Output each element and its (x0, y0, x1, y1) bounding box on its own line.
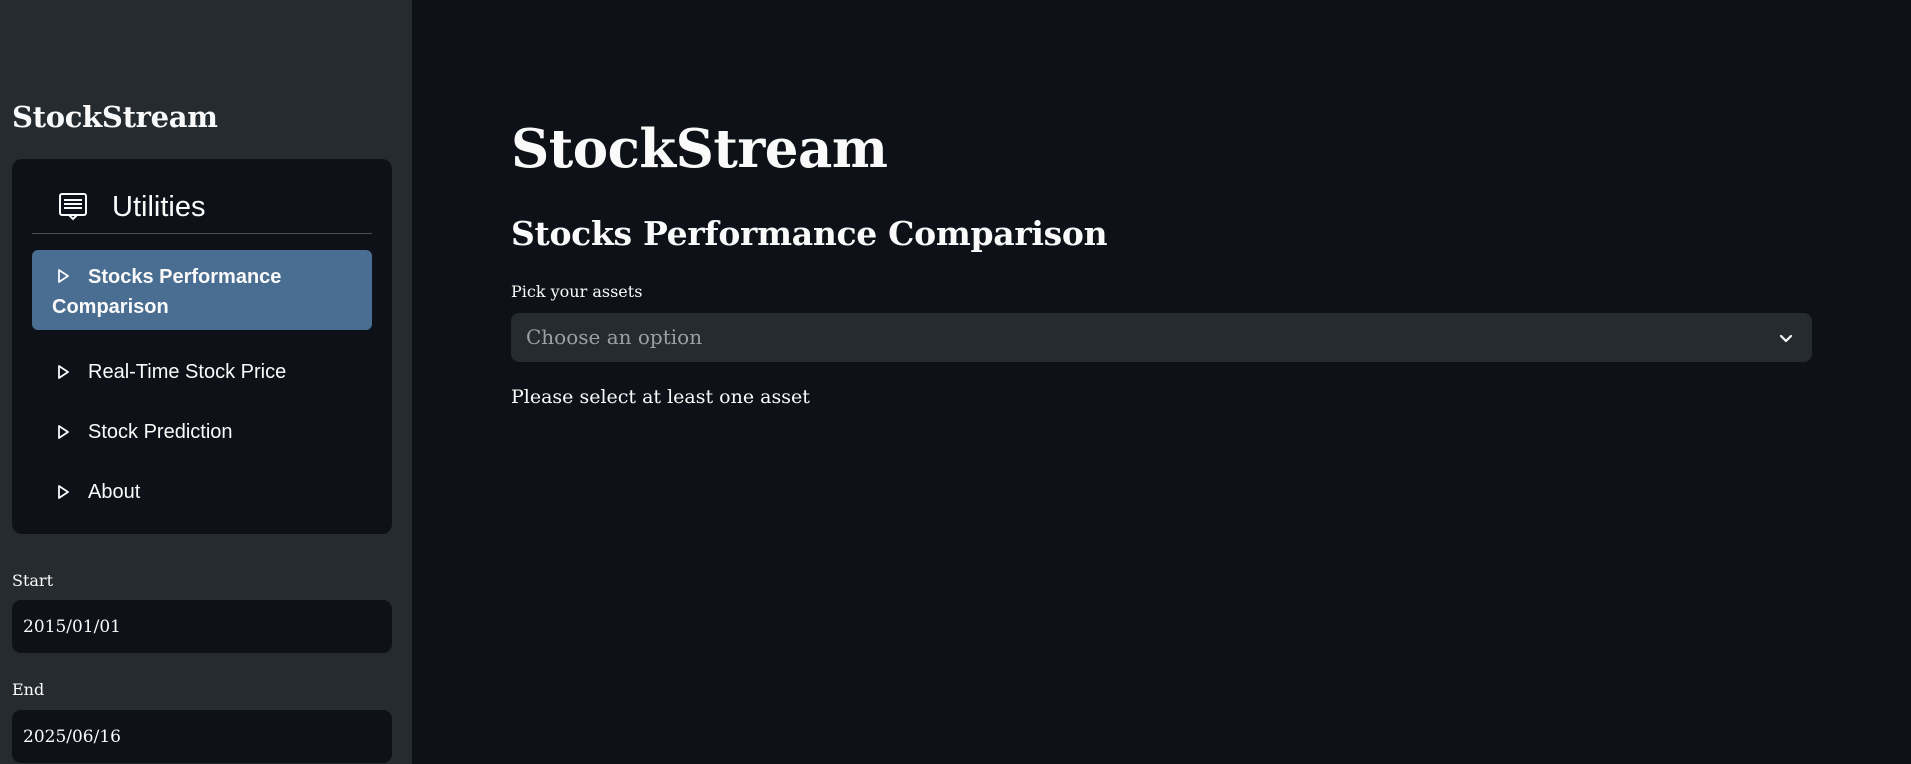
assets-placeholder: Choose an option (526, 325, 703, 349)
menu-item-real-time-stock-price[interactable]: Real-Time Stock Price (32, 348, 372, 396)
menu-item-label: Stocks Performance Comparison (52, 266, 282, 318)
assets-label: Pick your assets (511, 282, 643, 301)
list-icon (59, 193, 87, 221)
chevron-down-icon[interactable] (1778, 330, 1794, 346)
menu-header: Utilities (32, 179, 372, 234)
menu-item-label: Stock Prediction (88, 421, 233, 443)
sidebar: StockStream Utilities Stocks Performance… (0, 0, 412, 764)
menu-item-stocks-performance-comparison[interactable]: Stocks Performance Comparison (32, 250, 372, 330)
end-date-label: End (12, 680, 45, 699)
start-date-input[interactable] (12, 600, 392, 653)
triangle-right-icon (58, 365, 69, 379)
menu-item-stock-prediction[interactable]: Stock Prediction (32, 408, 372, 456)
sidebar-title: StockStream (12, 100, 218, 134)
assets-multiselect[interactable]: Choose an option (511, 313, 1812, 362)
menu-header-label: Utilities (112, 191, 206, 223)
menu-item-label: About (88, 481, 141, 503)
page-title: StockStream (511, 118, 888, 180)
menu-item-about[interactable]: About (32, 468, 372, 516)
end-date-input[interactable] (12, 710, 392, 763)
utilities-menu: Utilities Stocks Performance Comparison … (12, 159, 392, 534)
section-title: Stocks Performance Comparison (511, 214, 1108, 253)
info-message: Please select at least one asset (511, 386, 810, 408)
triangle-right-icon (58, 425, 69, 439)
menu-item-label: Real-Time Stock Price (88, 361, 287, 383)
triangle-right-icon (58, 485, 69, 499)
start-date-label: Start (12, 571, 54, 590)
